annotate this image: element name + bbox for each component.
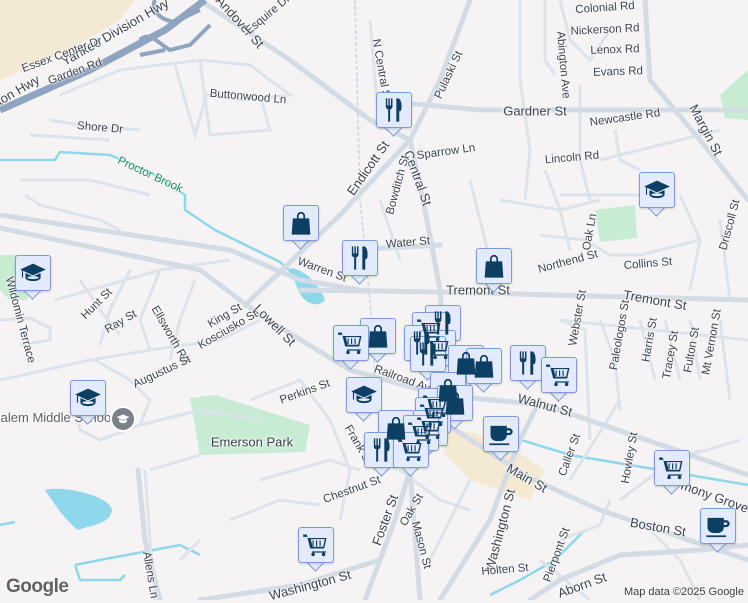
restaurant-icon: [380, 96, 408, 124]
restaurant-icon: [368, 436, 396, 464]
cart-marker[interactable]: [393, 432, 429, 477]
restaurant-icon: [514, 349, 542, 377]
commercial-area: [0, 0, 135, 80]
google-logo[interactable]: Google: [6, 576, 69, 598]
cart-icon: [397, 436, 425, 464]
school-marker[interactable]: [70, 380, 106, 425]
school-icon: [74, 384, 102, 412]
cart-icon: [658, 454, 686, 482]
shopping-icon: [480, 252, 508, 280]
restaurant-icon: [346, 244, 374, 272]
gardner-st: [402, 100, 748, 113]
shopping-icon: [470, 352, 498, 380]
mason-st: [407, 467, 423, 600]
cart-icon: [302, 531, 330, 559]
school-icon: [643, 176, 671, 204]
map-attribution[interactable]: Map data ©2025 Google: [624, 586, 744, 598]
cart-marker[interactable]: [298, 527, 334, 572]
coffee-icon: [704, 512, 732, 540]
emerson-park: [190, 395, 310, 455]
pulaski-st: [407, 0, 473, 143]
endicott-st: [242, 137, 413, 308]
coffee-marker[interactable]: [700, 508, 736, 553]
shopping-icon: [287, 209, 315, 237]
cart-icon: [545, 361, 573, 389]
washington-st-south: [197, 557, 383, 600]
cart-icon: [337, 329, 365, 357]
restaurant-marker[interactable]: [376, 92, 412, 137]
foster-st: [362, 467, 413, 600]
restaurant-marker[interactable]: [342, 240, 378, 285]
brook-south: [0, 520, 201, 582]
school-marker[interactable]: [639, 172, 675, 217]
school-icon: [19, 259, 47, 287]
main-roads: [0, 0, 748, 600]
shopping-marker[interactable]: [476, 248, 512, 293]
tremont-st: [297, 287, 748, 303]
pond: [290, 268, 325, 305]
school-icon: [350, 381, 378, 409]
restaurant-icon: [414, 340, 442, 368]
lake: [45, 488, 112, 530]
coffee-marker[interactable]: [483, 416, 519, 461]
school-marker[interactable]: [15, 255, 51, 300]
school-poi-icon[interactable]: [110, 406, 136, 432]
map-canvas[interactable]: [0, 0, 748, 600]
cart-marker[interactable]: [654, 450, 690, 495]
minor-roads: [0, 0, 748, 600]
coffee-icon: [487, 420, 515, 448]
park-right: [595, 205, 637, 242]
cart-marker[interactable]: [541, 357, 577, 402]
shopping-marker[interactable]: [283, 205, 319, 250]
shopping-icon: [364, 322, 392, 350]
cart-marker[interactable]: [333, 325, 369, 370]
school-marker[interactable]: [346, 377, 382, 422]
